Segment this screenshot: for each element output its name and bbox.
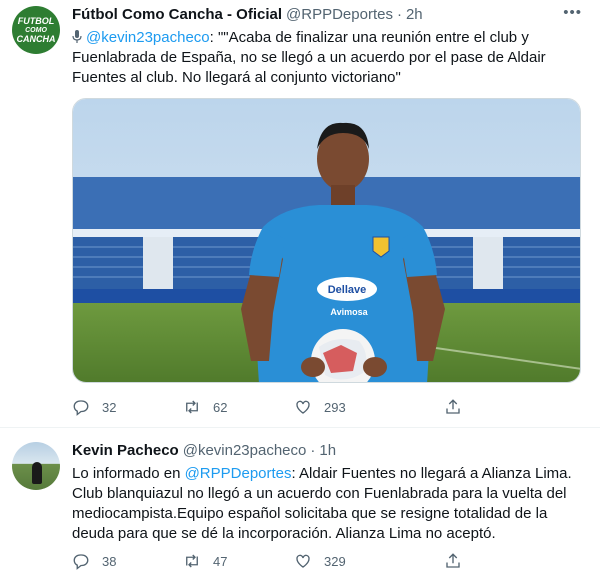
mention-link[interactable]: @kevin23pacheco [86, 29, 210, 46]
avatar[interactable] [12, 442, 60, 490]
timestamp[interactable]: 1h [319, 442, 336, 459]
tweet-actions: 38 47 329 [72, 552, 512, 570]
microphone-icon [72, 30, 82, 43]
share-icon [446, 399, 460, 414]
tweet-content: Fútbol Como Cancha - Oficial @RPPDeporte… [72, 4, 582, 88]
retweet-count: 62 [213, 399, 228, 415]
reply-icon [73, 554, 89, 570]
reply-icon [73, 400, 89, 416]
photo-player-stadium: Dellave Avimosa [73, 99, 580, 382]
tweet-text: @kevin23pacheco: ""Acaba de finalizar un… [72, 29, 546, 86]
retweet-button[interactable]: 47 [183, 552, 294, 570]
tweet-header: Fútbol Como Cancha - Oficial @RPPDeporte… [72, 4, 582, 24]
separator-dot: · [396, 5, 402, 23]
retweet-icon [186, 554, 198, 568]
tweet-feed: FUTBOL COMO CANCHA Fútbol Como Cancha - … [0, 0, 600, 586]
avatar-person [32, 462, 42, 484]
tweet[interactable]: FUTBOL COMO CANCHA Fútbol Como Cancha - … [0, 0, 600, 428]
share-button[interactable] [444, 552, 474, 570]
like-count: 329 [324, 553, 346, 569]
reply-count: 38 [102, 553, 117, 569]
tweet[interactable]: Kevin Pacheco @kevin23pacheco · 1h Lo in… [0, 428, 600, 586]
retweet-button[interactable]: 62 [183, 398, 294, 416]
sponsor-text: Dellave [328, 284, 367, 296]
reply-button[interactable]: 38 [72, 552, 183, 570]
sponsor-subtext: Avimosa [330, 307, 368, 317]
like-button[interactable]: 329 [294, 552, 444, 570]
tweet-photo[interactable]: Dellave Avimosa [72, 98, 581, 383]
heart-icon [296, 554, 310, 568]
reply-count: 32 [102, 399, 117, 415]
retweet-icon [186, 400, 198, 414]
display-name[interactable]: Fútbol Como Cancha - Oficial [72, 6, 282, 23]
tweet-text: Lo informado en @RPPDeportes: Aldair Fue… [72, 465, 572, 542]
share-button[interactable] [444, 398, 474, 416]
like-button[interactable]: 293 [294, 398, 444, 416]
user-handle[interactable]: @RPPDeportes [286, 6, 393, 23]
more-horizontal-icon[interactable]: ••• [563, 4, 582, 21]
share-icon [446, 553, 460, 568]
like-count: 293 [324, 399, 346, 415]
tweet-actions: 32 62 293 [72, 398, 512, 416]
heart-icon [296, 400, 310, 414]
avatar-logo: FUTBOL COMO CANCHA [16, 15, 56, 44]
timestamp[interactable]: 2h [406, 6, 423, 23]
mention-link[interactable]: @RPPDeportes [185, 465, 292, 482]
user-handle[interactable]: @kevin23pacheco [183, 442, 307, 459]
separator-dot: · [310, 441, 316, 459]
display-name[interactable]: Kevin Pacheco [72, 442, 179, 459]
tweet-header: Kevin Pacheco @kevin23pacheco · 1h [72, 440, 582, 460]
tweet-content: Kevin Pacheco @kevin23pacheco · 1h Lo in… [72, 440, 582, 544]
reply-button[interactable]: 32 [72, 398, 183, 416]
avatar[interactable]: FUTBOL COMO CANCHA [12, 6, 60, 54]
retweet-count: 47 [213, 553, 228, 569]
